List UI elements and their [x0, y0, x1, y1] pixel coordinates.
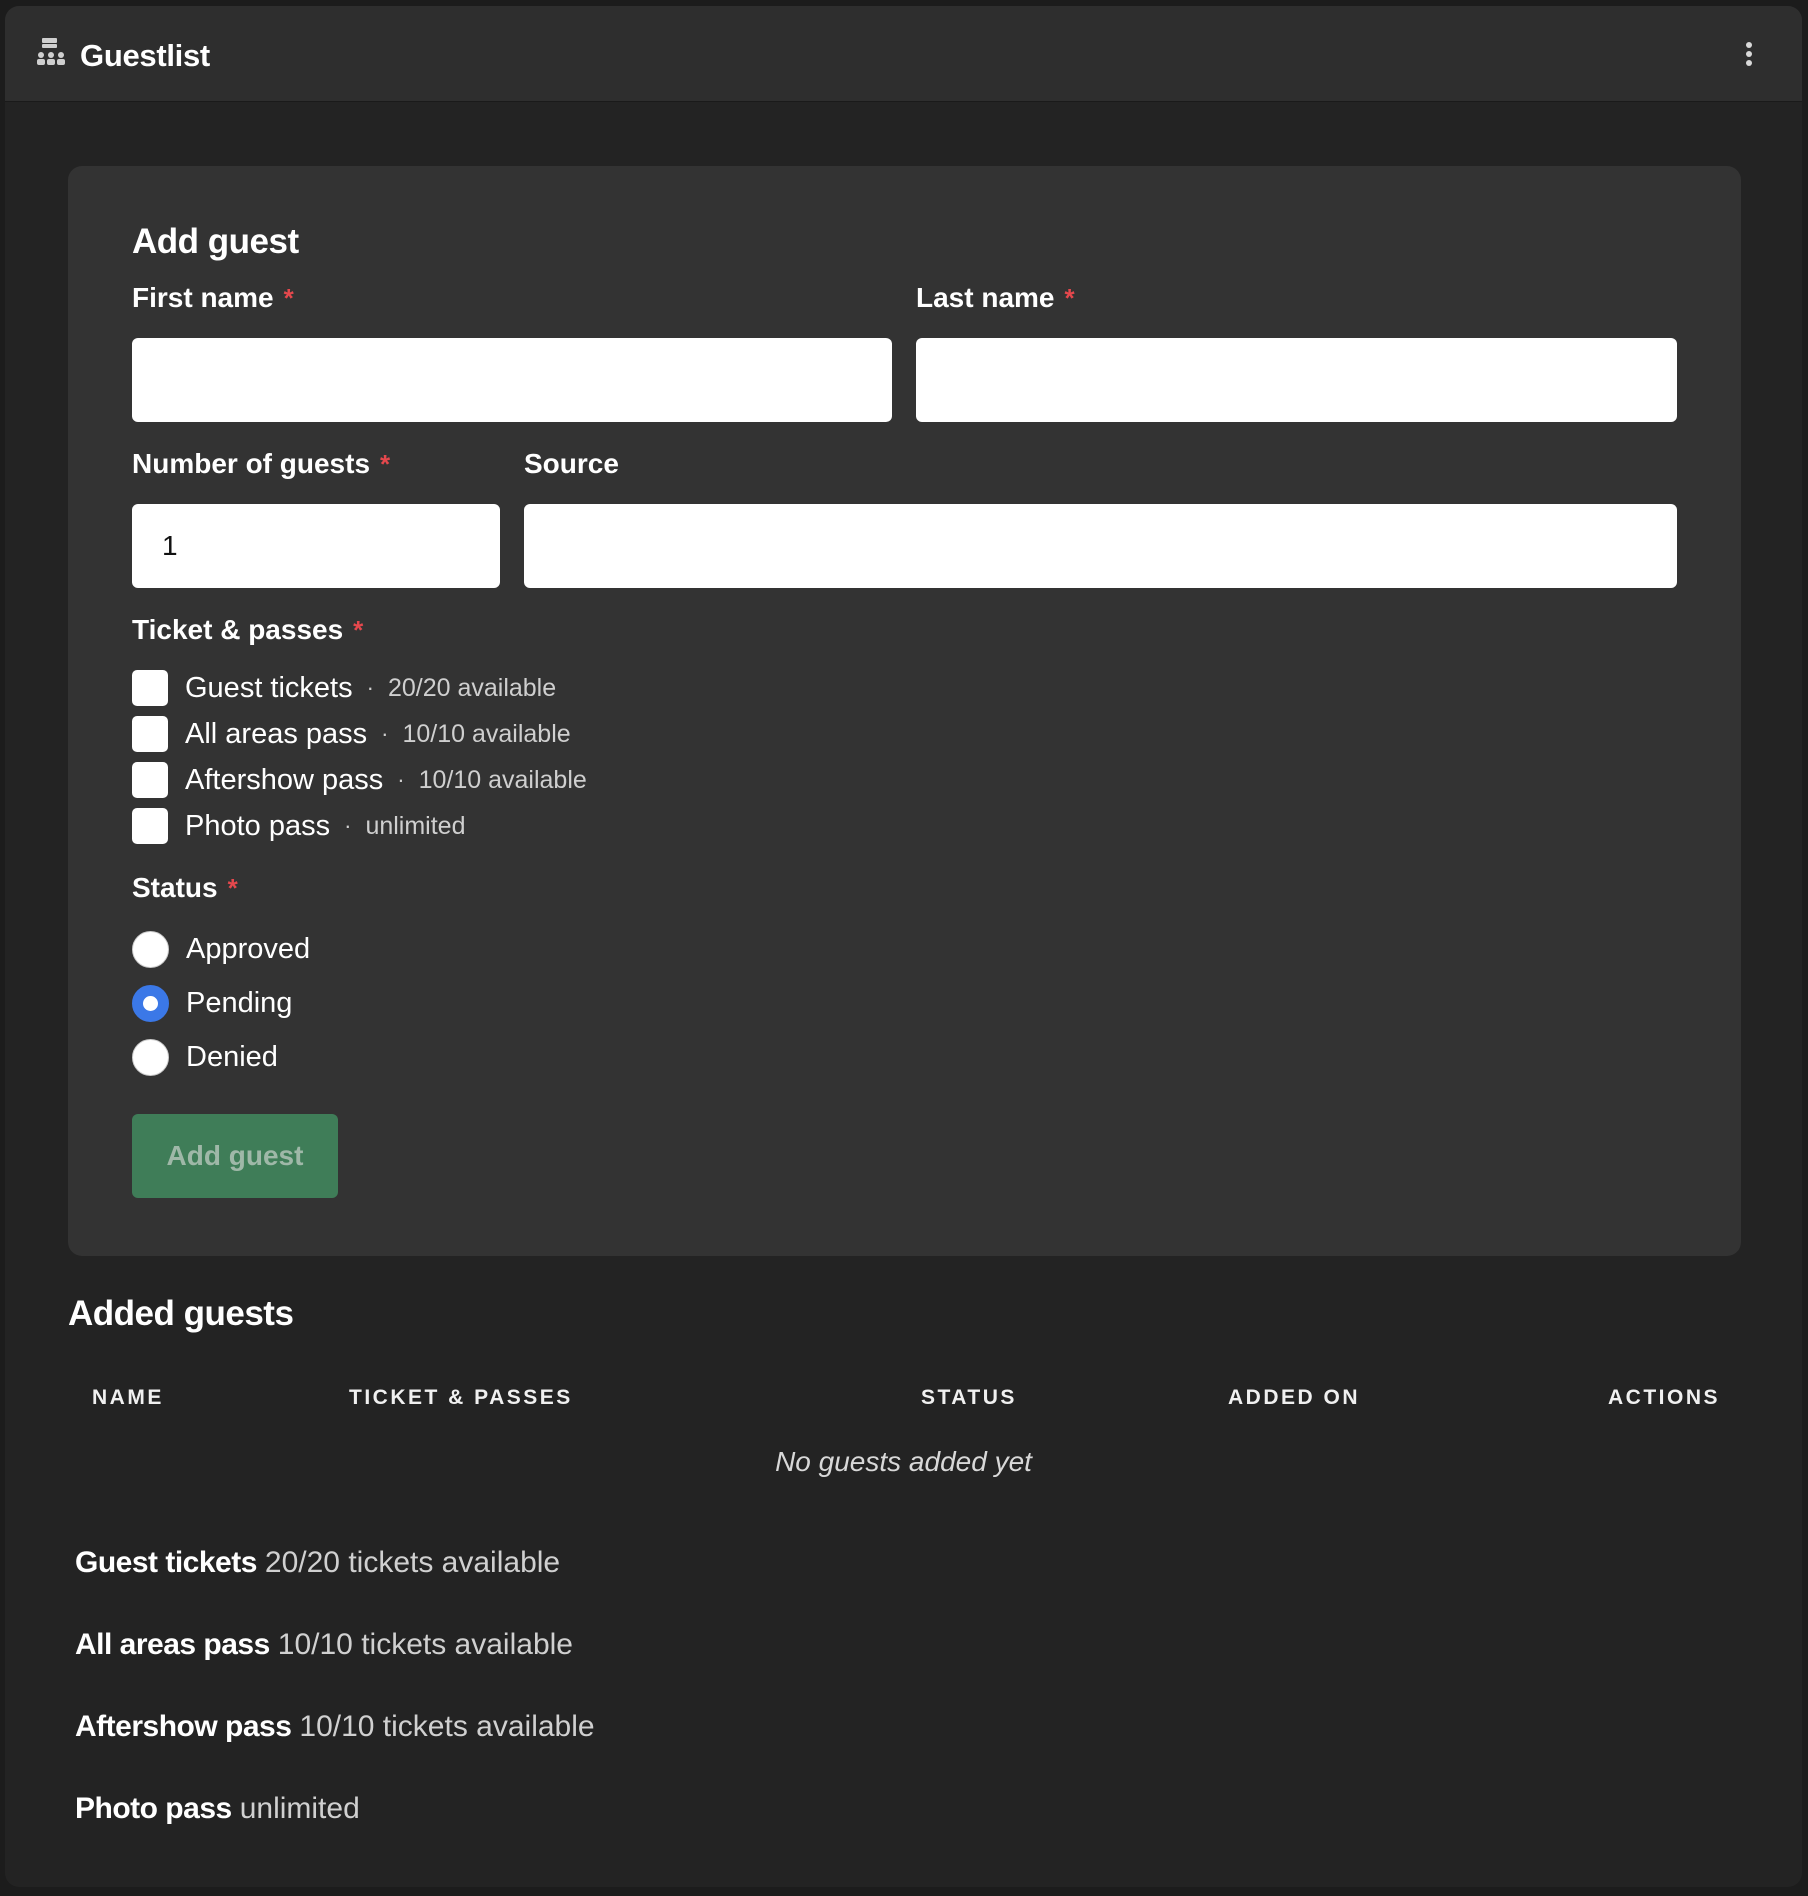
number-of-guests-label: Number of guests * — [132, 448, 391, 479]
summary-item: Photo pass unlimited — [75, 1792, 360, 1825]
availability-text: 10/10 available — [402, 719, 571, 748]
page-title: Guestlist — [80, 38, 210, 73]
radio-button[interactable] — [132, 1038, 169, 1076]
availability-text: 10/10 available — [418, 765, 587, 794]
checkbox[interactable] — [132, 762, 168, 798]
checkbox[interactable] — [132, 670, 168, 706]
column-header-actions: ACTIONS — [1608, 1386, 1720, 1409]
tickets-label: Ticket & passes * — [132, 614, 364, 645]
form-title: Add guest — [132, 222, 299, 261]
summary-item: Aftershow pass 10/10 tickets available — [75, 1710, 595, 1743]
ticket-option-all-areas-pass[interactable]: All areas pass · 10/10 available — [132, 716, 571, 752]
column-header-status[interactable]: STATUS — [921, 1386, 1017, 1410]
status-option-pending[interactable]: Pending — [132, 984, 292, 1022]
radio-button-selected[interactable] — [132, 984, 169, 1022]
number-of-guests-field[interactable] — [132, 504, 500, 588]
required-marker: * — [380, 449, 391, 479]
required-marker: * — [227, 873, 238, 903]
column-header-name[interactable]: NAME — [92, 1386, 164, 1410]
availability-text: 20/20 available — [387, 673, 557, 702]
checkbox[interactable] — [132, 716, 168, 752]
required-marker: * — [283, 283, 294, 313]
source-label: Source — [524, 448, 619, 479]
first-name-label: First name * — [132, 282, 294, 313]
first-name-field[interactable] — [132, 338, 892, 422]
ticket-option-guest-tickets[interactable]: Guest tickets · 20/20 available — [132, 670, 556, 706]
column-header-added-on[interactable]: ADDED ON — [1228, 1386, 1360, 1410]
guestlist-icon — [37, 38, 65, 65]
status-label: Status * — [132, 872, 238, 903]
last-name-label: Last name * — [916, 282, 1075, 313]
ticket-option-aftershow-pass[interactable]: Aftershow pass · 10/10 available — [132, 762, 587, 798]
ticket-option-photo-pass[interactable]: Photo pass · unlimited — [132, 808, 466, 844]
source-field[interactable] — [524, 504, 1677, 588]
kebab-menu-icon[interactable] — [1744, 42, 1754, 70]
status-option-approved[interactable]: Approved — [132, 930, 310, 968]
summary-item: Guest tickets 20/20 tickets available — [75, 1546, 561, 1579]
empty-table-message: No guests added yet — [775, 1446, 1032, 1477]
required-marker: * — [1064, 283, 1075, 313]
summary-item: All areas pass 10/10 tickets available — [75, 1628, 573, 1661]
guestlist-window: Guestlist Add guest First name * Last nam… — [5, 6, 1802, 1887]
header-bar: Guestlist — [5, 6, 1802, 102]
required-marker: * — [353, 615, 364, 645]
checkbox[interactable] — [132, 808, 168, 844]
added-guests-title: Added guests — [68, 1294, 294, 1333]
radio-button[interactable] — [132, 930, 169, 968]
status-option-denied[interactable]: Denied — [132, 1038, 278, 1076]
add-guest-form: Add guest First name * Last name * Number … — [68, 166, 1741, 1256]
availability-text: unlimited — [365, 811, 466, 840]
column-header-tickets[interactable]: TICKET & PASSES — [349, 1386, 573, 1410]
last-name-field[interactable] — [916, 338, 1677, 422]
add-guest-button[interactable]: Add guest — [132, 1114, 338, 1198]
